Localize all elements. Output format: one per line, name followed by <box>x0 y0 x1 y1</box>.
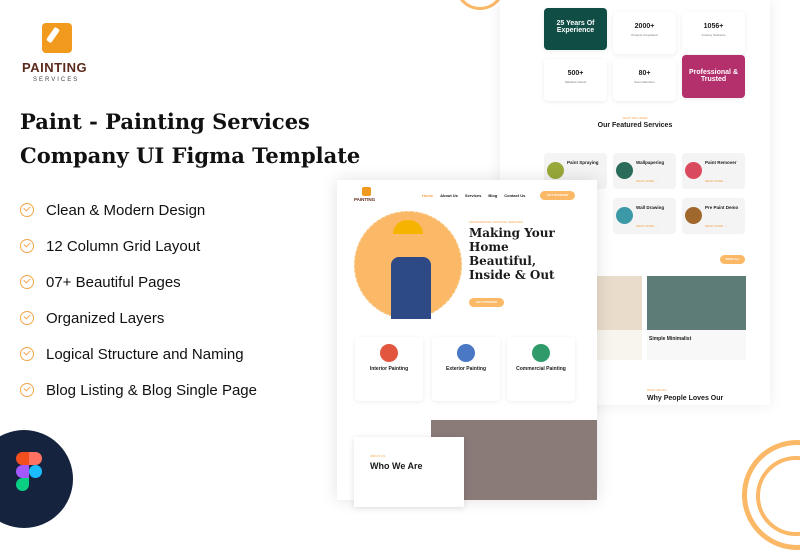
check-circle-icon <box>20 203 34 217</box>
figma-icon-part <box>16 478 29 491</box>
hero-image <box>354 211 462 319</box>
nav-item[interactable]: Home <box>422 193 433 198</box>
why-eyebrow: WHAT WE DO <box>647 388 667 392</box>
check-circle-icon <box>20 275 34 289</box>
logo-name: PAINTING <box>22 60 88 75</box>
why-title: Why People Loves Our <box>647 395 724 402</box>
service-card[interactable]: Pre Paint Demo READ MORE → <box>682 198 745 234</box>
feature-item: Logical Structure and Naming <box>20 336 257 372</box>
hero-title: Making Your Home Beautiful, Inside & Out <box>469 226 555 282</box>
stat-experience: 25 Years Of Experience <box>544 8 607 50</box>
check-circle-icon <box>20 311 34 325</box>
logo-roller-icon <box>42 23 72 53</box>
feature-list: Clean & Modern Design 12 Column Grid Layo… <box>20 192 257 408</box>
service-card[interactable]: Interior Painting <box>355 337 423 401</box>
service-card[interactable]: Exterior Painting <box>432 337 500 401</box>
front-page-preview: PAINTING Home About Us Services Blog Contact… <box>337 180 597 507</box>
check-circle-icon <box>20 239 34 253</box>
feature-item: Blog Listing & Blog Single Page <box>20 372 257 408</box>
hero-cta-button[interactable]: GET STARTED <box>469 298 504 307</box>
get-started-button[interactable]: GET STARTED <box>540 191 575 200</box>
nav-item[interactable]: Services <box>465 193 481 198</box>
figma-icon-part <box>16 465 29 478</box>
feature-item: Clean & Modern Design <box>20 192 257 228</box>
feature-item: Organized Layers <box>20 300 257 336</box>
services-title: Our Featured Services <box>597 122 673 129</box>
blog-card[interactable] <box>597 276 642 360</box>
mini-logo-icon <box>362 187 371 196</box>
figma-badge <box>0 430 73 528</box>
service-card[interactable]: Commercial Painting <box>507 337 575 401</box>
nav-item[interactable]: Blog <box>488 193 497 198</box>
blog-image <box>647 276 746 330</box>
logo-sub: SERVICES <box>33 77 80 83</box>
about-card: ABOUT US Who We Are <box>354 437 464 507</box>
blog-card[interactable]: Simple Minimalist <box>647 276 746 360</box>
stat-clients: 500+ Satisfied Clients <box>544 59 607 101</box>
deco-ring <box>455 0 505 10</box>
stat-trusted: Professional & Trusted <box>682 55 745 98</box>
services-eyebrow: WHAT WE OFFER <box>622 116 648 120</box>
stat-solutions: 1056+ Industry Solutions <box>682 12 745 54</box>
check-circle-icon <box>20 347 34 361</box>
nav-item[interactable]: About Us <box>440 193 458 198</box>
service-card[interactable]: Paint Remover READ MORE → <box>682 153 745 189</box>
nav: Home About Us Services Blog Contact Us <box>422 193 532 198</box>
check-circle-icon <box>20 383 34 397</box>
page-title: Paint - Painting Services Company UI Fig… <box>20 109 361 168</box>
feature-item: 12 Column Grid Layout <box>20 228 257 264</box>
service-card[interactable]: Wall Drawing READ MORE → <box>613 198 676 234</box>
stat-projects: 2000+ Projects Completed <box>613 12 676 54</box>
nav-item[interactable]: Contact Us <box>504 193 525 198</box>
feature-item: 07+ Beautiful Pages <box>20 264 257 300</box>
service-card[interactable]: Wallpapering READ MORE → <box>613 153 676 189</box>
figma-icon-part <box>29 465 42 478</box>
figma-icon <box>16 452 29 465</box>
hero-eyebrow: PROFESSIONAL PAINTING SERVICES <box>469 220 523 224</box>
figma-icon-part <box>29 452 42 465</box>
view-all-button[interactable]: VIEW ALL <box>720 255 745 264</box>
stat-team: 80+ Team Members <box>613 59 676 101</box>
